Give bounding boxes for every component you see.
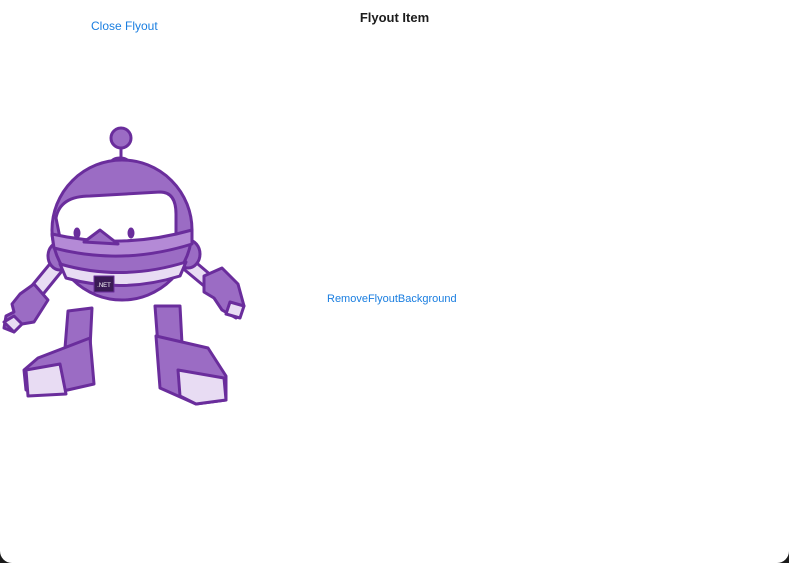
- close-flyout-button[interactable]: Close Flyout: [91, 19, 158, 33]
- app-window: Flyout Item Close Flyout .NET RemoveFlyo…: [0, 0, 789, 563]
- bot-badge-text: .NET: [97, 283, 111, 289]
- remove-flyout-background-button[interactable]: RemoveFlyoutBackground: [327, 293, 457, 305]
- dotnet-bot-icon: .NET: [0, 126, 250, 408]
